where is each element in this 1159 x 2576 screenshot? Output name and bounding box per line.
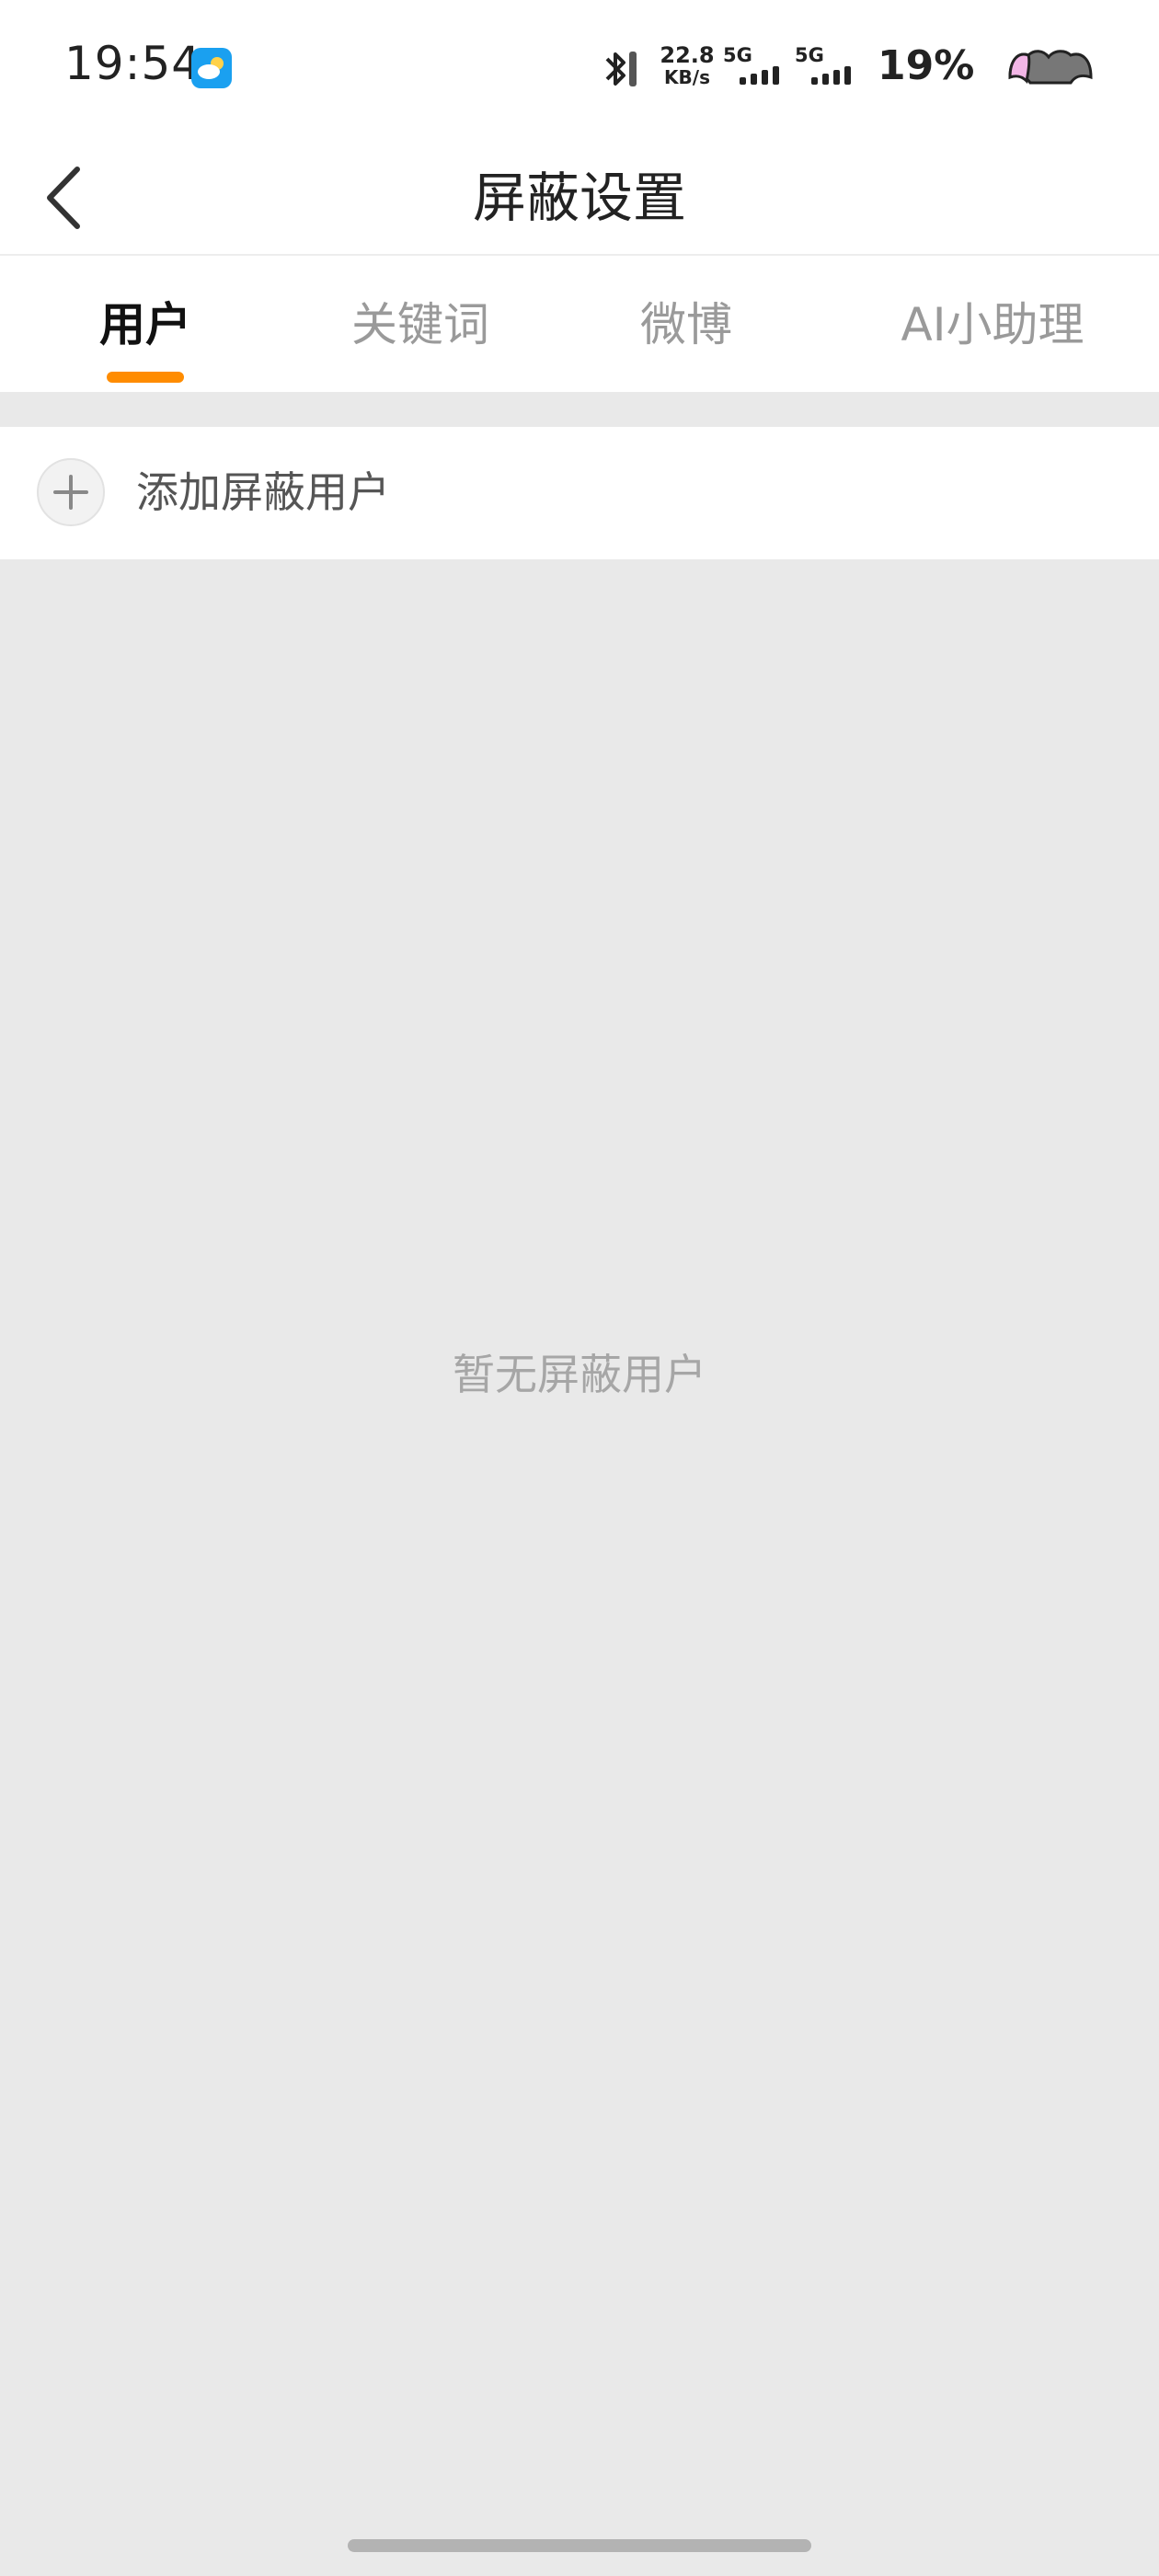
signal-bars-icon — [811, 66, 855, 85]
tab-ai-assistant[interactable]: AI小助理 — [878, 293, 1107, 366]
active-tab-indicator — [107, 372, 184, 383]
add-blocked-user-label: 添加屏蔽用户 — [136, 467, 390, 517]
page-title: 屏蔽设置 — [472, 167, 686, 229]
network-speed: 22.8 KB/s — [655, 44, 719, 88]
top-app-bar: 屏蔽设置 — [0, 138, 1159, 256]
battery-icon — [1008, 50, 1093, 85]
tab-weibo[interactable]: 微博 — [631, 293, 741, 366]
signal-indicator-1: 5G — [723, 44, 779, 85]
tab-keywords[interactable]: 关键词 — [342, 293, 499, 366]
tab-users[interactable]: 用户 — [83, 293, 208, 366]
battery-percent: 19% — [878, 42, 975, 89]
add-blocked-user-button[interactable]: 添加屏蔽用户 — [0, 427, 1159, 559]
tab-bar: 用户 关键词 微博 AI小助理 — [0, 256, 1159, 392]
screen: 19:54 22.8 KB/s 5G 5G 19% 屏蔽设置 用户 关键词 微博… — [0, 0, 1159, 2576]
network-speed-unit: KB/s — [664, 66, 710, 88]
signal-indicator-2: 5G — [795, 44, 851, 85]
empty-state-text: 暂无屏蔽用户 — [453, 1350, 706, 1399]
weather-app-icon — [191, 48, 232, 88]
network-speed-value: 22.8 — [660, 42, 715, 68]
signal-2-label: 5G — [795, 44, 824, 66]
status-bar: 19:54 22.8 KB/s 5G 5G 19% — [0, 0, 1159, 138]
signal-bars-icon — [740, 66, 784, 85]
add-icon — [37, 458, 105, 526]
home-indicator[interactable] — [348, 2539, 811, 2552]
signal-1-label: 5G — [723, 44, 752, 66]
status-time: 19:54 — [64, 37, 202, 90]
bluetooth-icon — [605, 52, 637, 86]
